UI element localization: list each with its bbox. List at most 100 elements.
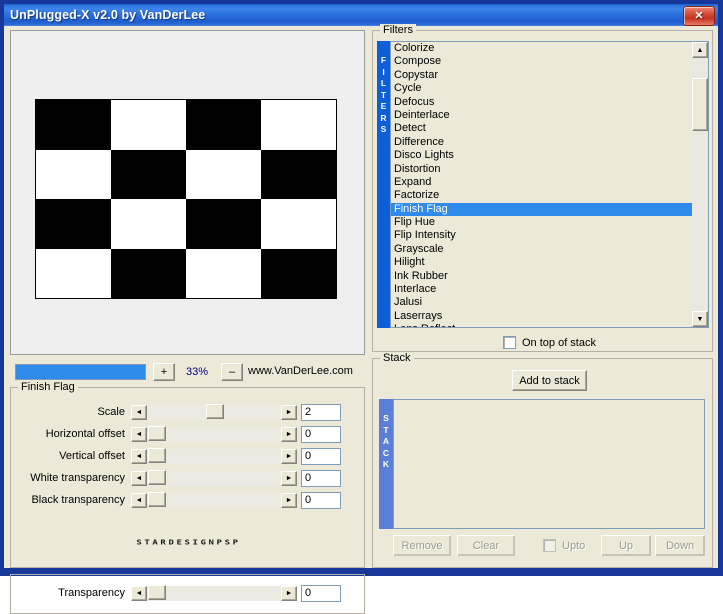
slider-track[interactable] <box>147 493 281 508</box>
filter-list-item[interactable]: Factorize <box>391 189 692 202</box>
increment-button[interactable]: ► <box>281 449 297 464</box>
triangle-left-icon: ◄ <box>135 431 143 438</box>
decrement-button[interactable]: ◄ <box>131 586 147 601</box>
sidebar-letter: C <box>382 447 390 458</box>
slider-thumb[interactable] <box>148 448 166 463</box>
parameter-value-field[interactable]: 0 <box>301 492 341 509</box>
window-title: UnPlugged-X v2.0 by VanDerLee <box>10 8 206 22</box>
filters-groupbox-title: Filters <box>380 24 416 36</box>
upto-label: Upto <box>562 539 586 552</box>
filter-list-item[interactable]: Laserrays <box>391 310 692 323</box>
parameters-groupbox: Finish Flag Scale ◄ ► 2 Horizontal offset ◄ ► 0… <box>10 381 365 568</box>
filter-list-item[interactable]: Copystar <box>391 69 692 82</box>
preview-panel[interactable] <box>10 30 365 355</box>
move-up-button[interactable]: Up <box>601 535 651 556</box>
slider-track[interactable] <box>147 471 281 486</box>
upto-checkbox[interactable] <box>543 539 556 552</box>
parameter-label: White transparency <box>30 472 125 484</box>
decrement-button[interactable]: ◄ <box>131 449 147 464</box>
filter-list-item[interactable]: Flip Hue <box>391 216 692 229</box>
increment-button[interactable]: ► <box>281 405 297 420</box>
parameter-value-field[interactable]: 0 <box>301 585 341 602</box>
upto-row[interactable]: Upto <box>543 539 585 552</box>
window-frame-right <box>718 0 723 576</box>
add-to-stack-button[interactable]: Add to stack <box>512 370 587 391</box>
parameter-value-field[interactable]: 0 <box>301 426 341 443</box>
filter-list-item[interactable]: Compose <box>391 55 692 68</box>
scroll-down-button[interactable]: ▼ <box>692 311 708 327</box>
parameter-row: Horizontal offset ◄ ► 0 <box>11 426 364 445</box>
filter-list-item[interactable]: Flip Intensity <box>391 229 692 242</box>
triangle-left-icon: ◄ <box>135 590 143 597</box>
filter-list-item[interactable]: Hilight <box>391 256 692 269</box>
slider-thumb[interactable] <box>148 426 166 441</box>
filters-listbox[interactable]: Colorize Compose Copystar Cycle Defocus Deint… <box>390 41 692 328</box>
close-button[interactable]: ✕ <box>683 6 715 26</box>
slider-track[interactable] <box>147 449 281 464</box>
checker-cell <box>36 248 111 298</box>
triangle-left-icon: ◄ <box>135 453 143 460</box>
checker-cell <box>186 248 261 298</box>
parameter-value-field[interactable]: 2 <box>301 404 341 421</box>
client-area: + 33% – www.VanDerLee.com Finish Flag Sc… <box>4 24 718 614</box>
slider-track[interactable] <box>147 427 281 442</box>
decrement-button[interactable]: ◄ <box>131 427 147 442</box>
close-icon: ✕ <box>694 9 704 22</box>
parameters-groupbox-clipped: Transparency ◄ ► 0 <box>10 574 365 614</box>
decrement-button[interactable]: ◄ <box>131 471 147 486</box>
increment-button[interactable]: ► <box>281 427 297 442</box>
triangle-right-icon: ► <box>285 409 293 416</box>
zoom-in-button[interactable]: + <box>153 363 175 381</box>
filter-list-item[interactable]: Difference <box>391 136 692 149</box>
zoom-level-value: 33% <box>185 366 209 378</box>
increment-button[interactable]: ► <box>281 493 297 508</box>
parameters-groupbox-title: Finish Flag <box>18 381 78 393</box>
slider-thumb[interactable] <box>148 470 166 485</box>
filter-list-item[interactable]: Distortion <box>391 163 692 176</box>
filter-list-item[interactable]: Grayscale <box>391 243 692 256</box>
slider-thumb[interactable] <box>206 404 224 419</box>
move-down-button[interactable]: Down <box>655 535 705 556</box>
sidebar-letter: R <box>380 112 387 123</box>
increment-button[interactable]: ► <box>281 586 297 601</box>
triangle-up-icon: ▲ <box>696 46 704 54</box>
filter-list-item[interactable]: Disco Lights <box>391 149 692 162</box>
filter-list-item[interactable]: Ink Rubber <box>391 270 692 283</box>
zoom-out-button[interactable]: – <box>221 363 243 381</box>
scroll-up-button[interactable]: ▲ <box>692 42 708 58</box>
filter-list-item-selected[interactable]: Finish Flag <box>391 202 692 217</box>
filters-groupbox: Filters FILTERS Colorize Compose Copystar C… <box>372 24 713 352</box>
scrollbar-thumb[interactable] <box>692 78 708 131</box>
filter-list-item[interactable]: Deinterlace <box>391 109 692 122</box>
website-label: www.VanDerLee.com <box>248 365 353 377</box>
parameter-value-field[interactable]: 0 <box>301 470 341 487</box>
filter-list-item[interactable]: Defocus <box>391 96 692 109</box>
filters-scrollbar[interactable]: ▲ ▼ <box>692 41 709 328</box>
filter-list-item[interactable]: Interlace <box>391 283 692 296</box>
filter-list-item[interactable]: Jalusi <box>391 296 692 309</box>
checker-cell <box>36 149 111 199</box>
title-bar[interactable]: UnPlugged-X v2.0 by VanDerLee ✕ <box>4 4 718 26</box>
slider-track[interactable] <box>147 586 281 601</box>
preview-image-checkerboard <box>35 99 337 299</box>
filter-list-item[interactable]: Cycle <box>391 82 692 95</box>
slider-thumb[interactable] <box>148 492 166 507</box>
sidebar-letter: T <box>380 89 387 100</box>
triangle-left-icon: ◄ <box>135 409 143 416</box>
slider-thumb[interactable] <box>148 585 166 600</box>
decrement-button[interactable]: ◄ <box>131 405 147 420</box>
remove-button[interactable]: Remove <box>393 535 451 556</box>
parameter-label: Horizontal offset <box>45 428 125 440</box>
triangle-down-icon: ▼ <box>696 315 704 323</box>
filter-list-item[interactable]: Detect <box>391 122 692 135</box>
decrement-button[interactable]: ◄ <box>131 493 147 508</box>
filter-list-item[interactable]: Expand <box>391 176 692 189</box>
filter-list-item[interactable]: Colorize <box>391 42 692 55</box>
clear-button[interactable]: Clear <box>457 535 515 556</box>
increment-button[interactable]: ► <box>281 471 297 486</box>
on-top-of-stack-row[interactable]: On top of stack <box>503 336 596 349</box>
stack-listbox[interactable] <box>393 399 705 529</box>
parameter-value-field[interactable]: 0 <box>301 448 341 465</box>
filter-list-item[interactable]: Lens Reflect <box>391 323 692 327</box>
on-top-of-stack-checkbox[interactable] <box>503 336 516 349</box>
